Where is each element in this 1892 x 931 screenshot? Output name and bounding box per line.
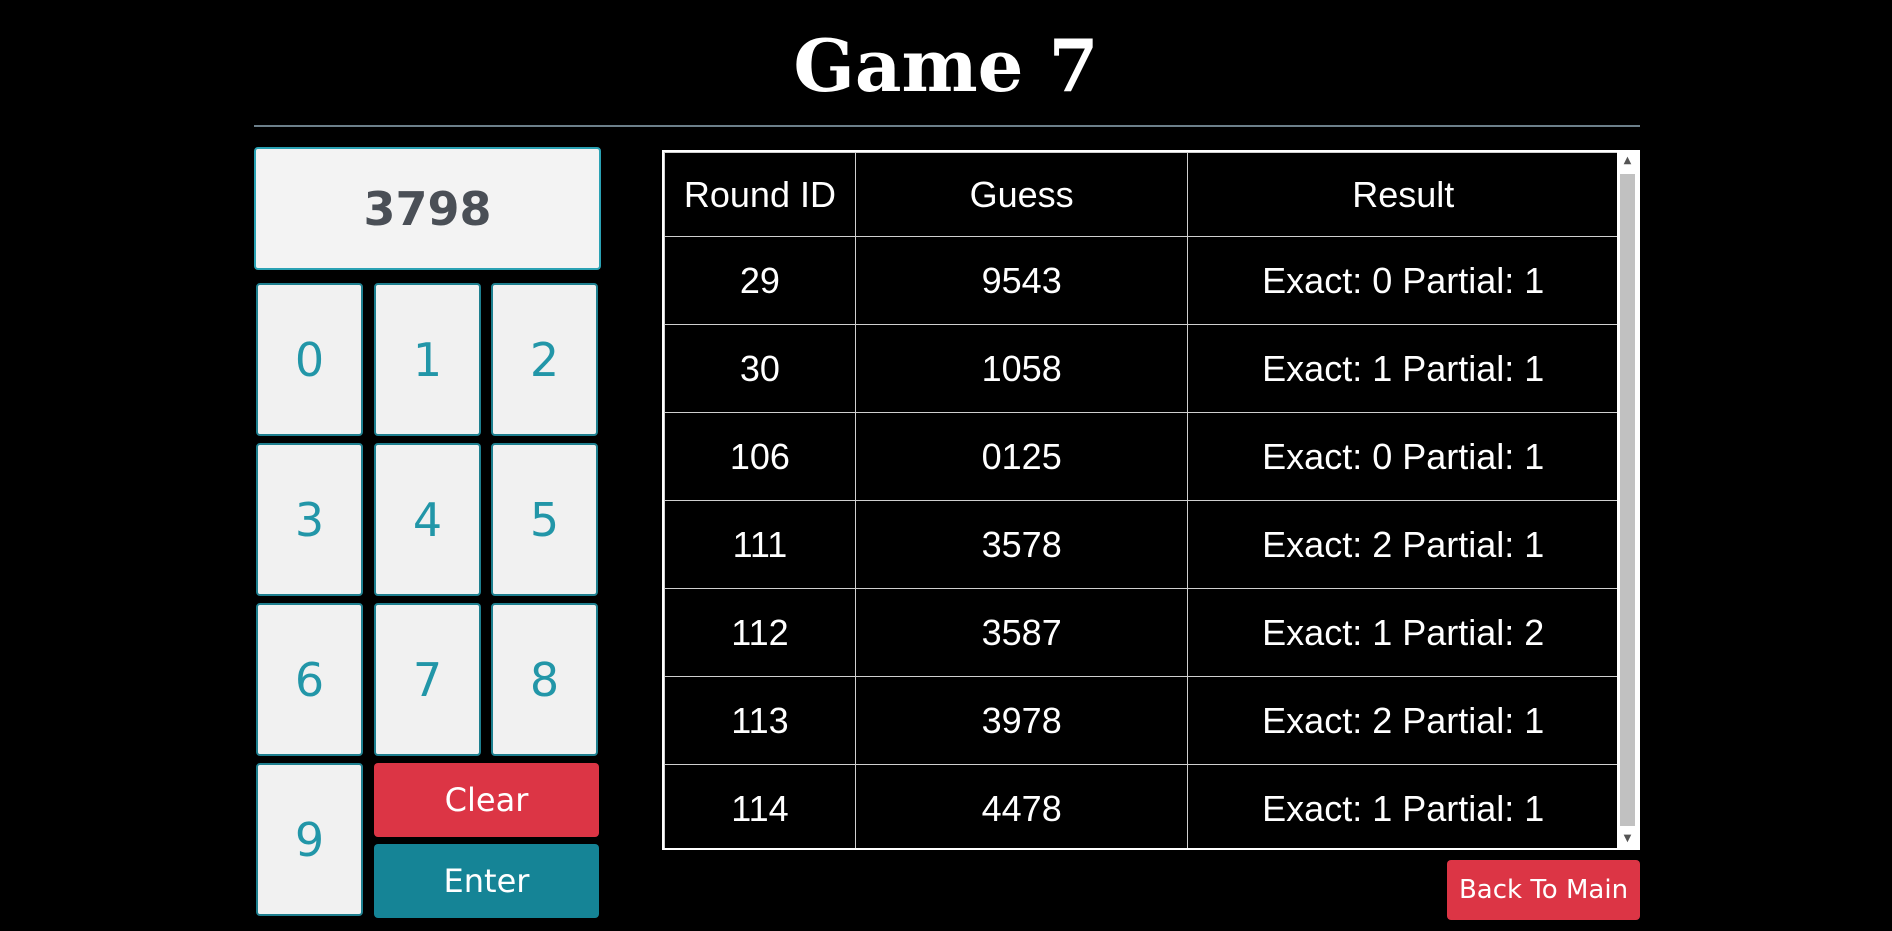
round-id-cell: 111 — [664, 500, 856, 589]
table-scrollbar[interactable]: ▲ ▼ — [1617, 152, 1638, 848]
round-id-cell: 114 — [664, 764, 856, 848]
round-id-cell: 113 — [664, 676, 856, 765]
key-7[interactable]: 7 — [374, 603, 481, 756]
table-row: 113 3978 Exact: 2 Partial: 1 — [664, 676, 1619, 765]
page-title: Game 7 — [793, 23, 1099, 108]
back-to-main-button[interactable]: Back To Main — [1447, 860, 1640, 920]
result-cell: Exact: 1 Partial: 1 — [1187, 764, 1619, 848]
key-2[interactable]: 2 — [491, 283, 598, 436]
round-id-cell: 112 — [664, 588, 856, 677]
clear-button[interactable]: Clear — [374, 763, 599, 837]
table-row: 114 4478 Exact: 1 Partial: 1 — [664, 764, 1619, 848]
rounds-table-container[interactable]: Round ID Guess Result 29 9543 Exact: 0 P… — [662, 150, 1640, 850]
table-row: 106 0125 Exact: 0 Partial: 1 — [664, 412, 1619, 501]
round-id-cell: 106 — [664, 412, 856, 501]
result-cell: Exact: 0 Partial: 1 — [1187, 412, 1619, 501]
key-4[interactable]: 4 — [374, 443, 481, 596]
key-0[interactable]: 0 — [256, 283, 363, 436]
round-id-cell: 29 — [664, 236, 856, 325]
table-header-row: Round ID Guess Result — [664, 152, 1619, 237]
header-round-id: Round ID — [664, 152, 856, 237]
guess-cell: 4478 — [854, 764, 1189, 848]
title-divider — [254, 125, 1640, 127]
scroll-up-icon[interactable]: ▲ — [1617, 152, 1638, 170]
key-9[interactable]: 9 — [256, 763, 363, 916]
guess-display: 3798 — [254, 147, 601, 270]
header-guess: Guess — [854, 152, 1189, 237]
table-row: 111 3578 Exact: 2 Partial: 1 — [664, 500, 1619, 589]
result-cell: Exact: 0 Partial: 1 — [1187, 236, 1619, 325]
scroll-down-icon[interactable]: ▼ — [1617, 830, 1638, 848]
key-6[interactable]: 6 — [256, 603, 363, 756]
table-row: 30 1058 Exact: 1 Partial: 1 — [664, 324, 1619, 413]
guess-cell: 3578 — [854, 500, 1189, 589]
round-id-cell: 30 — [664, 324, 856, 413]
guess-cell: 3978 — [854, 676, 1189, 765]
key-3[interactable]: 3 — [256, 443, 363, 596]
guess-cell: 9543 — [854, 236, 1189, 325]
key-5[interactable]: 5 — [491, 443, 598, 596]
result-cell: Exact: 1 Partial: 2 — [1187, 588, 1619, 677]
result-cell: Exact: 2 Partial: 1 — [1187, 676, 1619, 765]
guess-cell: 3587 — [854, 588, 1189, 677]
table-row: 112 3587 Exact: 1 Partial: 2 — [664, 588, 1619, 677]
rounds-table: Round ID Guess Result 29 9543 Exact: 0 P… — [664, 152, 1619, 848]
guess-cell: 0125 — [854, 412, 1189, 501]
header-result: Result — [1187, 152, 1619, 237]
key-1[interactable]: 1 — [374, 283, 481, 436]
result-cell: Exact: 2 Partial: 1 — [1187, 500, 1619, 589]
guess-cell: 1058 — [854, 324, 1189, 413]
table-row: 29 9543 Exact: 0 Partial: 1 — [664, 236, 1619, 325]
scroll-thumb[interactable] — [1620, 174, 1635, 826]
key-8[interactable]: 8 — [491, 603, 598, 756]
enter-button[interactable]: Enter — [374, 844, 599, 918]
result-cell: Exact: 1 Partial: 1 — [1187, 324, 1619, 413]
